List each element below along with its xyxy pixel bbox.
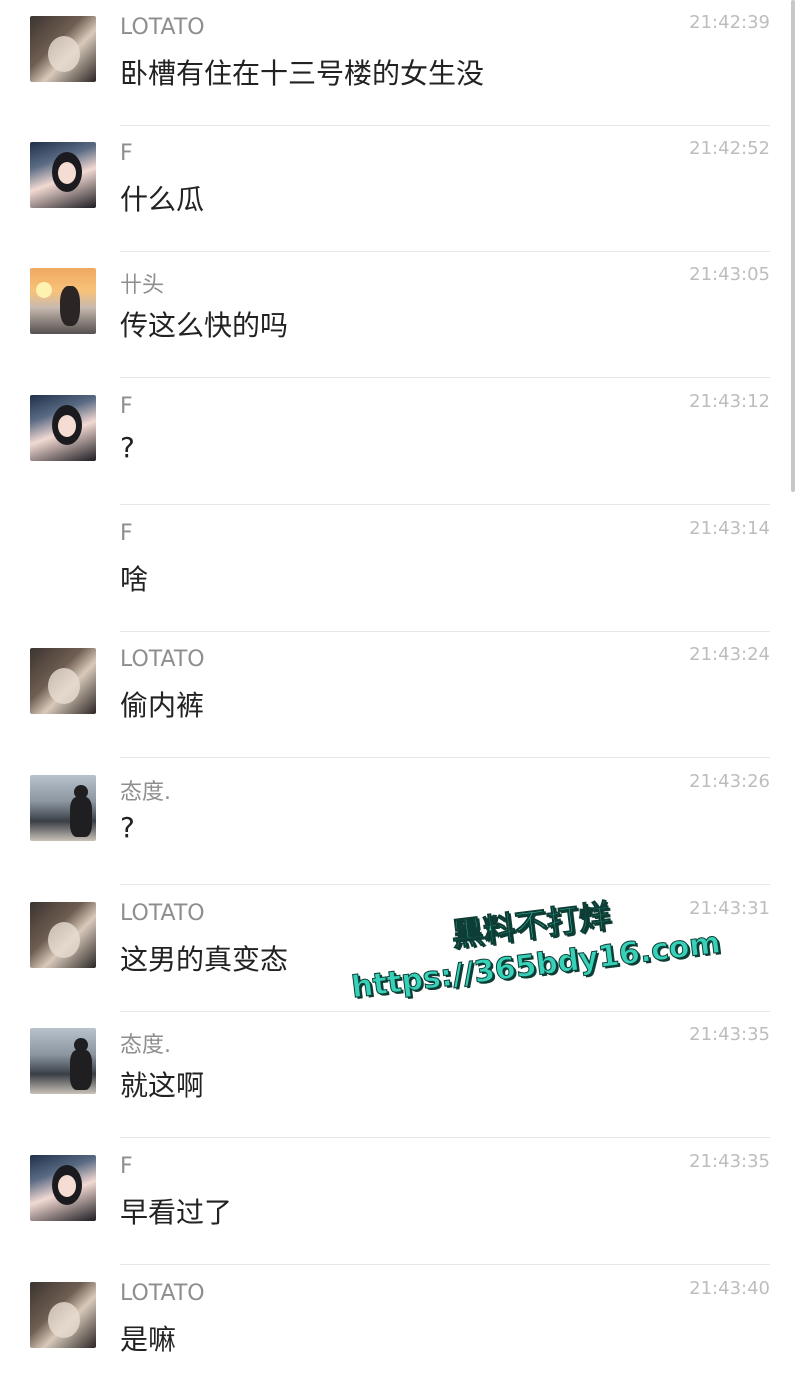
lotato-avatar[interactable] <box>30 16 96 82</box>
message-text: 啥 <box>120 563 149 596</box>
message-divider <box>120 377 770 378</box>
message-row[interactable]: LOTATO 21:43:24 偷内裤 <box>0 632 790 758</box>
message-text: 卧槽有住在十三号楼的女生没 <box>120 57 485 90</box>
message-text: ? <box>120 431 135 464</box>
message-text: 偷内裤 <box>120 689 205 722</box>
sender-name: F <box>120 141 133 166</box>
message-timestamp: 21:43:35 <box>689 1024 770 1045</box>
lotato-avatar[interactable] <box>30 648 96 714</box>
f-avatar[interactable] <box>30 395 96 461</box>
message-text: 就这啊 <box>120 1069 205 1102</box>
sender-name: LOTATO <box>120 901 205 926</box>
message-divider <box>120 504 770 505</box>
message-text: 这男的真变态 <box>120 943 289 976</box>
message-row[interactable]: 卄头 21:43:05 传这么快的吗 <box>0 252 790 378</box>
sender-name: F <box>120 1154 133 1179</box>
message-timestamp: 21:43:14 <box>689 518 770 539</box>
message-text: 什么瓜 <box>120 183 205 216</box>
message-row[interactable]: F 21:43:35 早看过了 <box>0 1139 790 1265</box>
message-row[interactable]: F 21:43:14 啥 <box>0 506 790 632</box>
shitou-avatar[interactable] <box>30 268 96 334</box>
message-timestamp: 21:43:12 <box>689 391 770 412</box>
message-row[interactable]: LOTATO 21:42:39 卧槽有住在十三号楼的女生没 <box>0 0 790 126</box>
sender-name: 态度. <box>120 780 171 805</box>
message-timestamp: 21:43:40 <box>689 1278 770 1299</box>
message-timestamp: 21:42:52 <box>689 138 770 159</box>
sender-name: LOTATO <box>120 1281 205 1306</box>
taidu-avatar[interactable] <box>30 775 96 841</box>
f-avatar[interactable] <box>30 142 96 208</box>
message-timestamp: 21:43:24 <box>689 644 770 665</box>
sender-name: LOTATO <box>120 15 205 40</box>
message-row[interactable]: LOTATO 21:43:40 是嘛 <box>0 1266 790 1392</box>
lotato-avatar[interactable] <box>30 1282 96 1348</box>
message-timestamp: 21:43:35 <box>689 1151 770 1172</box>
sender-name: F <box>120 521 133 546</box>
message-divider <box>120 757 770 758</box>
message-text: 传这么快的吗 <box>120 309 289 342</box>
chat-message-list: LOTATO 21:42:39 卧槽有住在十三号楼的女生没 F 21:42:52… <box>0 0 800 1376</box>
sender-name: 卄头 <box>120 273 165 298</box>
f-avatar[interactable] <box>30 1155 96 1221</box>
sender-name: LOTATO <box>120 647 205 672</box>
message-text: 早看过了 <box>120 1196 233 1229</box>
message-row[interactable]: F 21:43:12 ? <box>0 379 790 505</box>
message-row[interactable]: F 21:42:52 什么瓜 <box>0 126 790 252</box>
sender-name: F <box>120 394 133 419</box>
message-timestamp: 21:42:39 <box>689 12 770 33</box>
message-row[interactable]: 态度. 21:43:26 ? <box>0 759 790 885</box>
lotato-avatar[interactable] <box>30 902 96 968</box>
sender-name: 态度. <box>120 1033 171 1058</box>
message-text: 是嘛 <box>120 1323 177 1356</box>
message-timestamp: 21:43:05 <box>689 264 770 285</box>
message-divider <box>120 1137 770 1138</box>
message-timestamp: 21:43:26 <box>689 771 770 792</box>
message-text: ? <box>120 811 135 844</box>
taidu-avatar[interactable] <box>30 1028 96 1094</box>
message-divider <box>120 1264 770 1265</box>
scrollbar[interactable] <box>791 0 795 492</box>
